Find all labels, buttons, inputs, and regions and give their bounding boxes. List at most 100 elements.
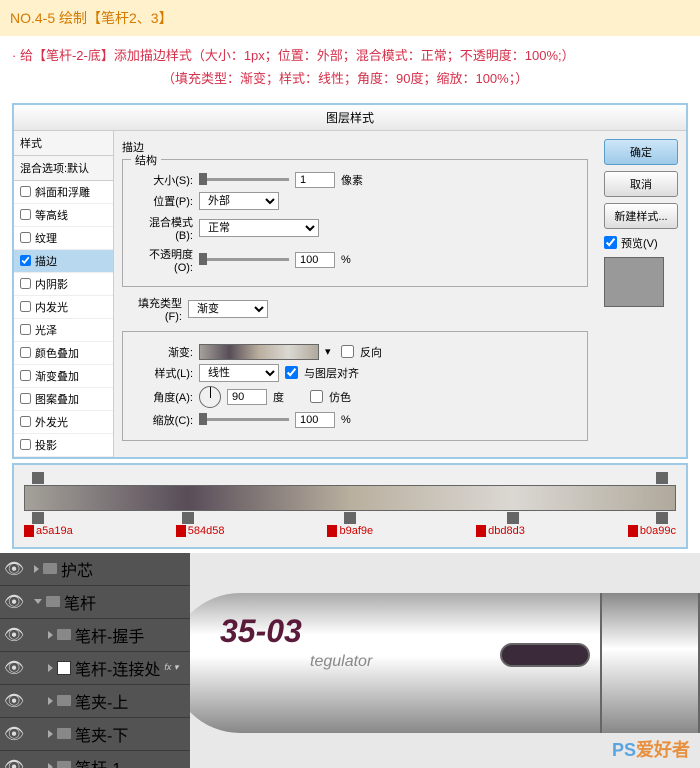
opacity-stop[interactable] [656, 472, 668, 484]
stop-hex: 584d58 [176, 525, 225, 537]
reverse-check[interactable] [341, 345, 354, 358]
color-stop[interactable] [182, 512, 194, 524]
style-item-图案叠加[interactable]: 图案叠加 [14, 388, 113, 411]
style-item-光泽[interactable]: 光泽 [14, 319, 113, 342]
layers-panel: 👁护芯👁笔杆👁笔杆-握手👁笔杆-连接处fx ▾👁笔夹-上👁笔夹-下👁笔杆-1👁笔… [0, 553, 190, 768]
canvas-preview: 35-03 tegulator PS爱好者 [190, 553, 700, 768]
opacity-stop[interactable] [32, 472, 44, 484]
ok-button[interactable]: 确定 [604, 139, 678, 165]
folder-icon [46, 596, 60, 607]
fill-type-select[interactable]: 渐变 [188, 300, 268, 318]
folder-icon [43, 563, 57, 574]
color-stop[interactable] [507, 512, 519, 524]
layer-row[interactable]: 👁笔夹-下 [0, 718, 190, 751]
style-check[interactable] [20, 370, 31, 381]
watermark: PS爱好者 [612, 736, 690, 762]
style-check[interactable] [20, 393, 31, 404]
layer-name: 笔杆-握手 [75, 623, 144, 647]
style-item-内阴影[interactable]: 内阴影 [14, 273, 113, 296]
layer-row[interactable]: 👁 笔杆-握手 [0, 619, 190, 652]
size-input[interactable] [295, 172, 335, 188]
style-item-等高线[interactable]: 等高线 [14, 204, 113, 227]
layer-name: 笔夹-上 [75, 689, 128, 713]
style-check[interactable] [20, 232, 31, 243]
layer-row[interactable]: 👁笔杆-连接处fx ▾ [0, 652, 190, 685]
style-item-斜面和浮雕[interactable]: 斜面和浮雕 [14, 181, 113, 204]
style-item-内发光[interactable]: 内发光 [14, 296, 113, 319]
color-stop[interactable] [656, 512, 668, 524]
visibility-icon[interactable]: 👁 [2, 724, 26, 744]
stop-hex: b9af9e [327, 525, 373, 537]
size-slider[interactable] [199, 178, 289, 181]
pen-segment [600, 593, 700, 733]
style-check[interactable] [20, 278, 31, 289]
disclosure-icon[interactable] [48, 697, 53, 705]
angle-dial[interactable] [199, 386, 221, 408]
folder-icon [57, 761, 71, 768]
stroke-panel: 描边 结构 大小(S):像素 位置(P):外部 混合模式(B):正常 不透明度(… [114, 131, 596, 457]
lock-icon [476, 525, 486, 537]
style-check[interactable] [20, 301, 31, 312]
disclosure-icon[interactable] [48, 730, 53, 738]
dither-check[interactable] [310, 390, 323, 403]
preview-check[interactable] [604, 236, 617, 249]
layer-row[interactable]: 👁护芯 [0, 553, 190, 586]
style-item-纹理[interactable]: 纹理 [14, 227, 113, 250]
position-select[interactable]: 外部 [199, 192, 279, 210]
align-check[interactable] [285, 366, 298, 379]
grad-style-select[interactable]: 线性 [199, 364, 279, 382]
cancel-button[interactable]: 取消 [604, 171, 678, 197]
pen-brand-text: tegulator [310, 653, 372, 671]
style-item-颜色叠加[interactable]: 颜色叠加 [14, 342, 113, 365]
style-check[interactable] [20, 186, 31, 197]
blend-select[interactable]: 正常 [199, 219, 319, 237]
color-stop[interactable] [344, 512, 356, 524]
angle-input[interactable] [227, 389, 267, 405]
style-item-外发光[interactable]: 外发光 [14, 411, 113, 434]
style-check[interactable] [20, 347, 31, 358]
style-item-投影[interactable]: 投影 [14, 434, 113, 457]
style-check[interactable] [20, 439, 31, 450]
scale-input[interactable] [295, 412, 335, 428]
layer-row[interactable]: 👁笔杆 [0, 586, 190, 619]
visibility-icon[interactable]: 👁 [2, 757, 26, 768]
style-check[interactable] [20, 416, 31, 427]
visibility-icon[interactable]: 👁 [2, 625, 26, 645]
new-style-button[interactable]: 新建样式... [604, 203, 678, 229]
disclosure-icon[interactable] [48, 664, 53, 672]
opacity-input[interactable] [295, 252, 335, 268]
color-stop[interactable] [32, 512, 44, 524]
scale-slider[interactable] [199, 418, 289, 421]
gradient-swatch[interactable] [199, 344, 319, 360]
disclosure-icon[interactable] [48, 631, 53, 639]
disclosure-icon[interactable] [34, 599, 42, 604]
layer-row[interactable]: 👁 笔夹-上 [0, 685, 190, 718]
preview-swatch [604, 257, 664, 307]
layer-row[interactable]: 👁笔杆-1 [0, 751, 190, 768]
folder-icon [57, 629, 71, 640]
layer-name: 笔杆-连接处 [75, 656, 160, 680]
step-header: NO.4-5 绘制【笔杆2、3】 [0, 0, 700, 36]
folder-icon [57, 695, 71, 706]
visibility-icon[interactable]: 👁 [2, 559, 26, 579]
opacity-slider[interactable] [199, 258, 289, 261]
style-item-渐变叠加[interactable]: 渐变叠加 [14, 365, 113, 388]
disclosure-icon[interactable] [48, 763, 53, 768]
structure-legend: 结构 [131, 152, 161, 168]
lock-icon [628, 525, 638, 537]
style-check[interactable] [20, 209, 31, 220]
pen-model-text: 35-03 [220, 613, 302, 650]
style-check[interactable] [20, 324, 31, 335]
visibility-icon[interactable]: 👁 [2, 691, 26, 711]
lock-icon [327, 525, 337, 537]
styles-header[interactable]: 样式 [14, 131, 113, 156]
disclosure-icon[interactable] [34, 565, 39, 573]
style-check[interactable] [20, 255, 31, 266]
layer-thumb [57, 661, 71, 675]
blend-options[interactable]: 混合选项:默认 [14, 156, 113, 181]
style-item-描边[interactable]: 描边 [14, 250, 113, 273]
visibility-icon[interactable]: 👁 [2, 592, 26, 612]
gradient-bar[interactable] [24, 485, 676, 511]
stop-hex: b0a99c [628, 525, 676, 537]
pen-window [500, 643, 590, 667]
